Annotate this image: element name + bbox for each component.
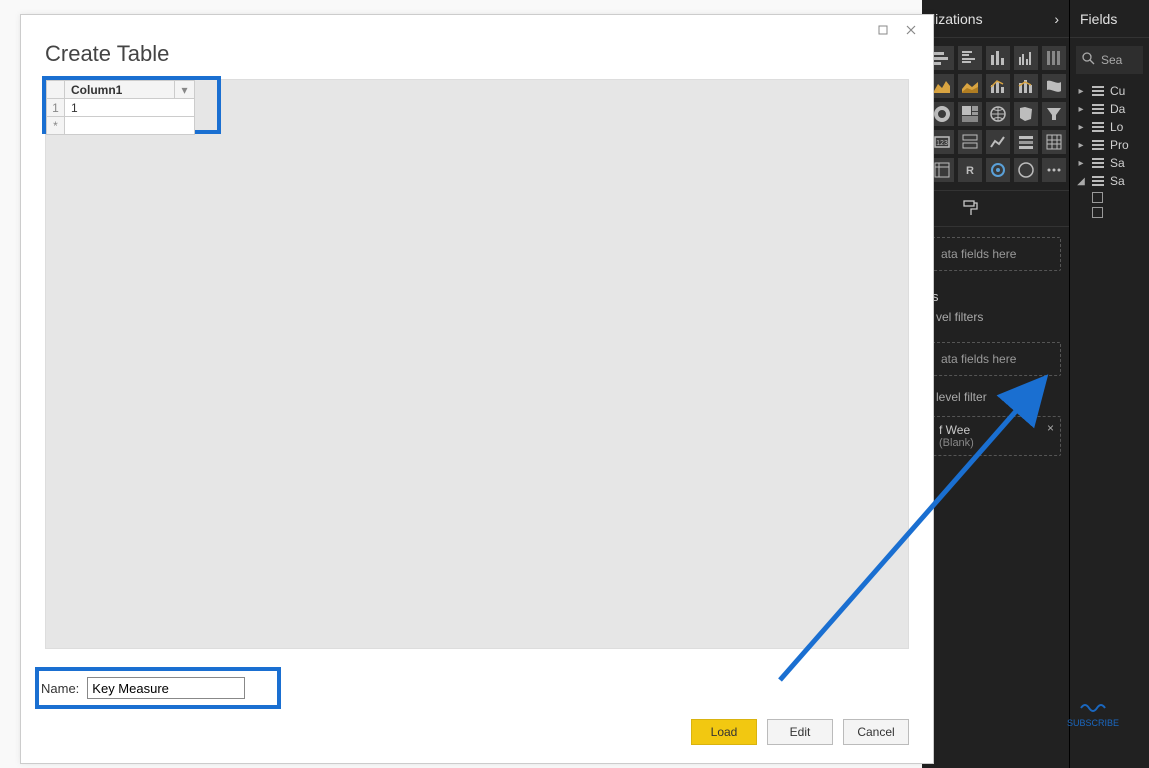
table-name: Sa (1110, 174, 1125, 188)
viz-multirow-card-icon[interactable] (958, 130, 982, 154)
chevron-right-icon: ▸ (1076, 122, 1086, 133)
table-icon (1092, 176, 1104, 186)
filters-section-label: s (922, 281, 1069, 306)
viz-r-script-icon[interactable]: R (958, 158, 982, 182)
viz-table-icon[interactable] (1042, 130, 1066, 154)
table-name: Da (1110, 102, 1125, 116)
fields-title: Fields (1080, 11, 1117, 27)
viz-clustered-bar-icon[interactable] (958, 46, 982, 70)
chevron-right-icon: ▸ (1076, 140, 1086, 151)
viz-py-icon[interactable] (986, 158, 1010, 182)
field-table-item[interactable]: ▸ Cu (1070, 82, 1149, 100)
create-table-dialog: Create Table Column1 ▾ 1 1 * Name: (20, 14, 934, 764)
fields-tree: ▸ Cu ▸ Da ▸ Lo ▸ Pro ▸ Sa ◢ Sa (1070, 82, 1149, 220)
fields-panel: Fields Sea ▸ Cu ▸ Da ▸ Lo ▸ Pro ▸ Sa ◢ Sa (1070, 0, 1149, 768)
table-icon (1092, 104, 1104, 114)
table-name: Sa (1110, 156, 1125, 170)
field-column-item[interactable] (1070, 205, 1149, 220)
values-dropzone[interactable]: ata fields here (930, 237, 1061, 271)
cell[interactable]: 1 (65, 99, 195, 117)
viz-treemap-icon[interactable] (958, 102, 982, 126)
table-name: Lo (1110, 120, 1123, 134)
visualizations-header[interactable]: lizations › (922, 0, 1069, 38)
values-dropzone-text: ata fields here (941, 247, 1016, 261)
field-table-item[interactable]: ▸ Sa (1070, 154, 1149, 172)
table-icon (1092, 86, 1104, 96)
dialog-title: Create Table (21, 39, 933, 79)
viz-clustered-column-icon[interactable] (1014, 46, 1038, 70)
chevron-right-icon: ▸ (1076, 104, 1086, 115)
fields-search[interactable]: Sea (1076, 46, 1143, 74)
filter-card-value: (Blank) (939, 437, 1052, 449)
annotation-highlight-table: Column1 ▾ 1 1 * (42, 76, 221, 134)
fields-header[interactable]: Fields (1070, 0, 1149, 38)
chevron-down-icon: ◢ (1076, 176, 1086, 187)
viz-funnel-icon[interactable] (1042, 102, 1066, 126)
column-dropdown-icon[interactable]: ▾ (175, 81, 195, 99)
table-icon (1092, 158, 1104, 168)
visual-level-filters-label: vel filters (922, 306, 1069, 332)
dialog-titlebar (21, 15, 933, 39)
viz-stacked-area-icon[interactable] (958, 74, 982, 98)
search-placeholder: Sea (1101, 53, 1122, 67)
cancel-button[interactable]: Cancel (843, 719, 909, 745)
format-tab[interactable] (922, 190, 1069, 227)
search-icon (1082, 52, 1095, 68)
viz-ribbon-icon[interactable] (1042, 74, 1066, 98)
viz-kpi-icon[interactable] (986, 130, 1010, 154)
visualization-gallery: 123 R (922, 38, 1069, 190)
close-icon[interactable]: × (1047, 421, 1054, 435)
filters-dropzone[interactable]: ata fields here (930, 342, 1061, 376)
field-table-item[interactable]: ▸ Lo (1070, 118, 1149, 136)
field-table-item[interactable]: ◢ Sa (1070, 172, 1149, 190)
field-table-item[interactable]: ▸ Da (1070, 100, 1149, 118)
paint-roller-icon (962, 199, 980, 217)
data-grid[interactable]: Column1 ▾ 1 1 * (46, 80, 195, 135)
filters-dropzone-text: ata fields here (941, 352, 1016, 366)
viz-stacked-column-icon[interactable] (986, 46, 1010, 70)
viz-map-icon[interactable] (986, 102, 1010, 126)
viz-more-icon[interactable] (1042, 158, 1066, 182)
table-icon (1092, 122, 1104, 132)
field-table-item[interactable]: ▸ Pro (1070, 136, 1149, 154)
name-row: Name: (41, 677, 245, 699)
filter-card[interactable]: × f Wee (Blank) (930, 416, 1061, 456)
close-icon[interactable] (899, 21, 923, 39)
svg-text:123: 123 (936, 140, 948, 147)
cell-new[interactable] (65, 117, 195, 135)
checkbox-icon[interactable] (1092, 192, 1103, 203)
viz-line-column-icon[interactable] (986, 74, 1010, 98)
checkbox-icon[interactable] (1092, 207, 1103, 218)
viz-slicer-icon[interactable] (1014, 130, 1038, 154)
page-level-filters-label: level filter (922, 386, 1069, 412)
chevron-right-icon: ▸ (1076, 158, 1086, 169)
viz-line-stacked-icon[interactable] (1014, 74, 1038, 98)
viz-100pct-column-icon[interactable] (1042, 46, 1066, 70)
load-button[interactable]: Load (691, 719, 757, 745)
dialog-buttons: Load Edit Cancel (691, 719, 909, 745)
filter-card-title: f Wee (939, 423, 1052, 437)
dialog-body: Column1 ▾ 1 1 * (45, 79, 909, 649)
column-header[interactable]: Column1 (65, 81, 175, 99)
chevron-right-icon: ▸ (1076, 86, 1086, 97)
viz-arcgis-icon[interactable] (1014, 158, 1038, 182)
row-index: 1 (47, 99, 65, 117)
svg-text:R: R (966, 165, 974, 177)
viz-filled-map-icon[interactable] (1014, 102, 1038, 126)
table-name: Cu (1110, 84, 1125, 98)
row-index-new: * (47, 117, 65, 135)
table-name-input[interactable] (87, 677, 245, 699)
visualizations-panel: lizations › 123 R ata fields here (922, 0, 1070, 768)
table-name: Pro (1110, 138, 1129, 152)
table-icon (1092, 140, 1104, 150)
field-column-item[interactable] (1070, 190, 1149, 205)
corner-cell (47, 81, 65, 99)
visualizations-title: lizations (932, 11, 983, 27)
name-label: Name: (41, 681, 79, 696)
maximize-icon[interactable] (871, 21, 895, 39)
edit-button[interactable]: Edit (767, 719, 833, 745)
chevron-right-icon: › (1054, 11, 1059, 27)
